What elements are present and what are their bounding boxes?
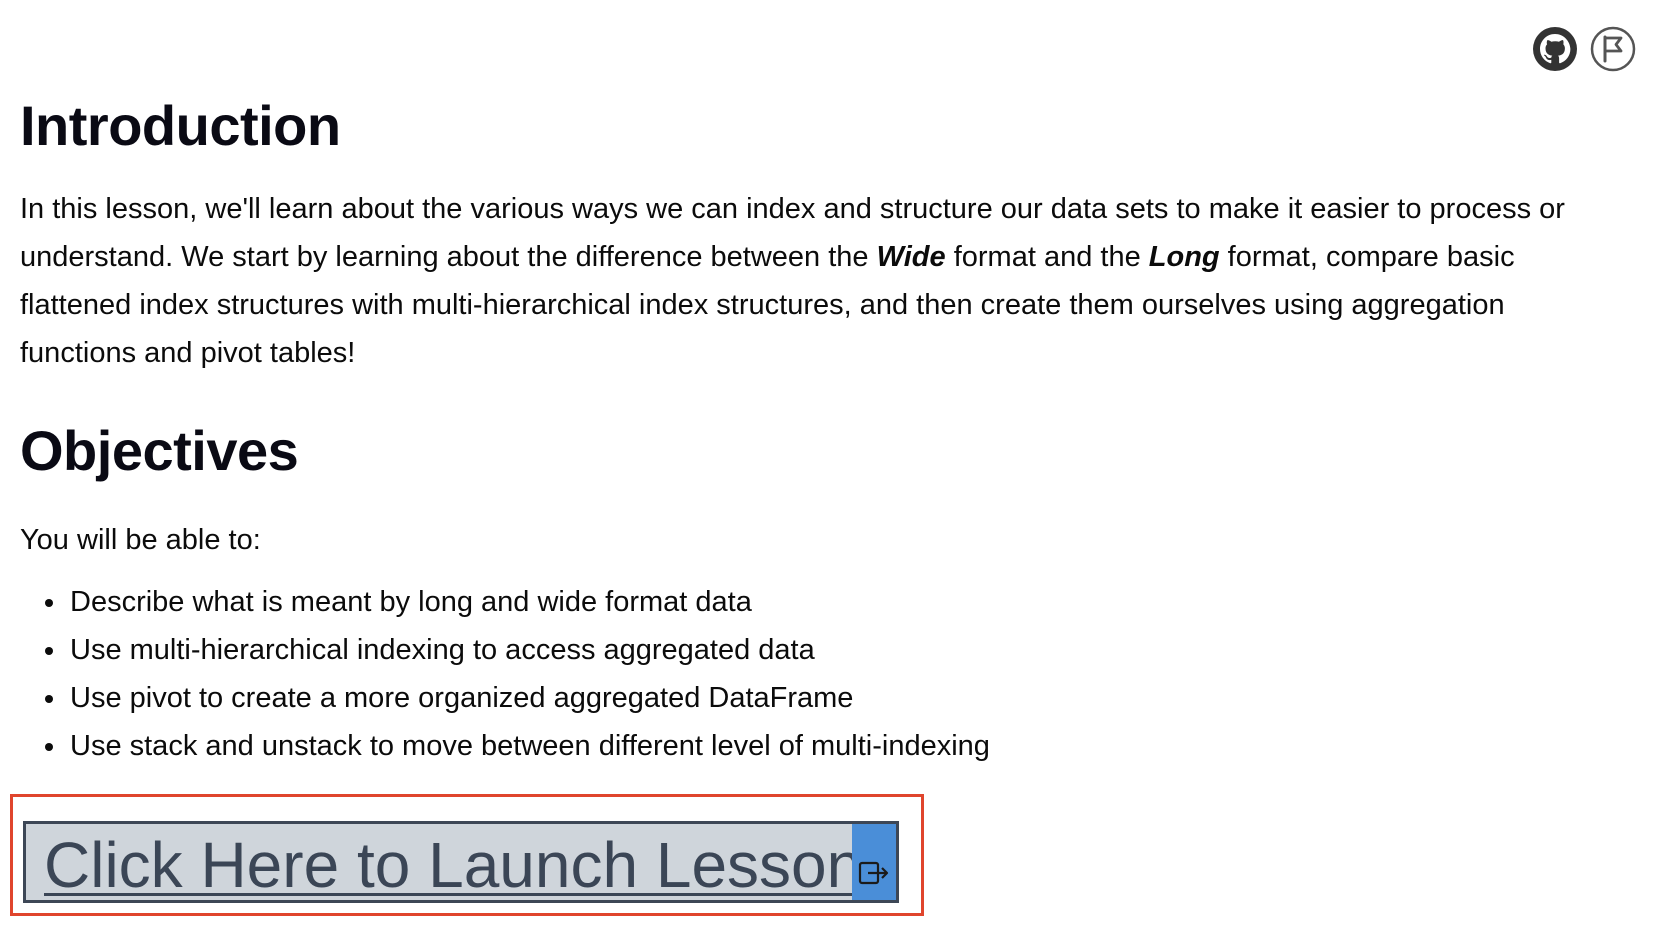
- introduction-heading: Introduction: [20, 94, 341, 157]
- list-item: Use pivot to create a more organized agg…: [68, 674, 1620, 722]
- github-link[interactable]: [1530, 24, 1580, 74]
- lesson-content: Introduction In this lesson, we'll learn…: [20, 92, 1620, 770]
- list-item: Use stack and unstack to move between di…: [68, 722, 1620, 770]
- objectives-list: Describe what is meant by long and wide …: [20, 578, 1620, 770]
- objectives-lead: You will be able to:: [20, 524, 261, 557]
- github-icon: [1533, 27, 1577, 71]
- flag-icon: [1590, 26, 1636, 72]
- top-icons: [1530, 24, 1638, 74]
- launch-icon-box: [852, 824, 896, 900]
- launch-lesson-label: Click Here to Launch Lesson: [44, 829, 852, 900]
- list-item: Use multi-hierarchical indexing to acces…: [68, 626, 1620, 674]
- list-item: Describe what is meant by long and wide …: [68, 578, 1620, 626]
- flag-link[interactable]: [1588, 24, 1638, 74]
- intro-long-emphasis: Long: [1148, 241, 1220, 274]
- intro-text-2: format and the: [945, 241, 1149, 274]
- introduction-paragraph: In this lesson, we'll learn about the va…: [20, 185, 1620, 377]
- launch-lesson-button[interactable]: Click Here to Launch Lesson: [23, 821, 899, 903]
- objectives-heading: Objectives: [20, 419, 299, 483]
- launch-highlight-frame: Click Here to Launch Lesson: [10, 794, 924, 916]
- intro-wide-emphasis: Wide: [876, 241, 946, 274]
- external-link-icon: [858, 861, 889, 885]
